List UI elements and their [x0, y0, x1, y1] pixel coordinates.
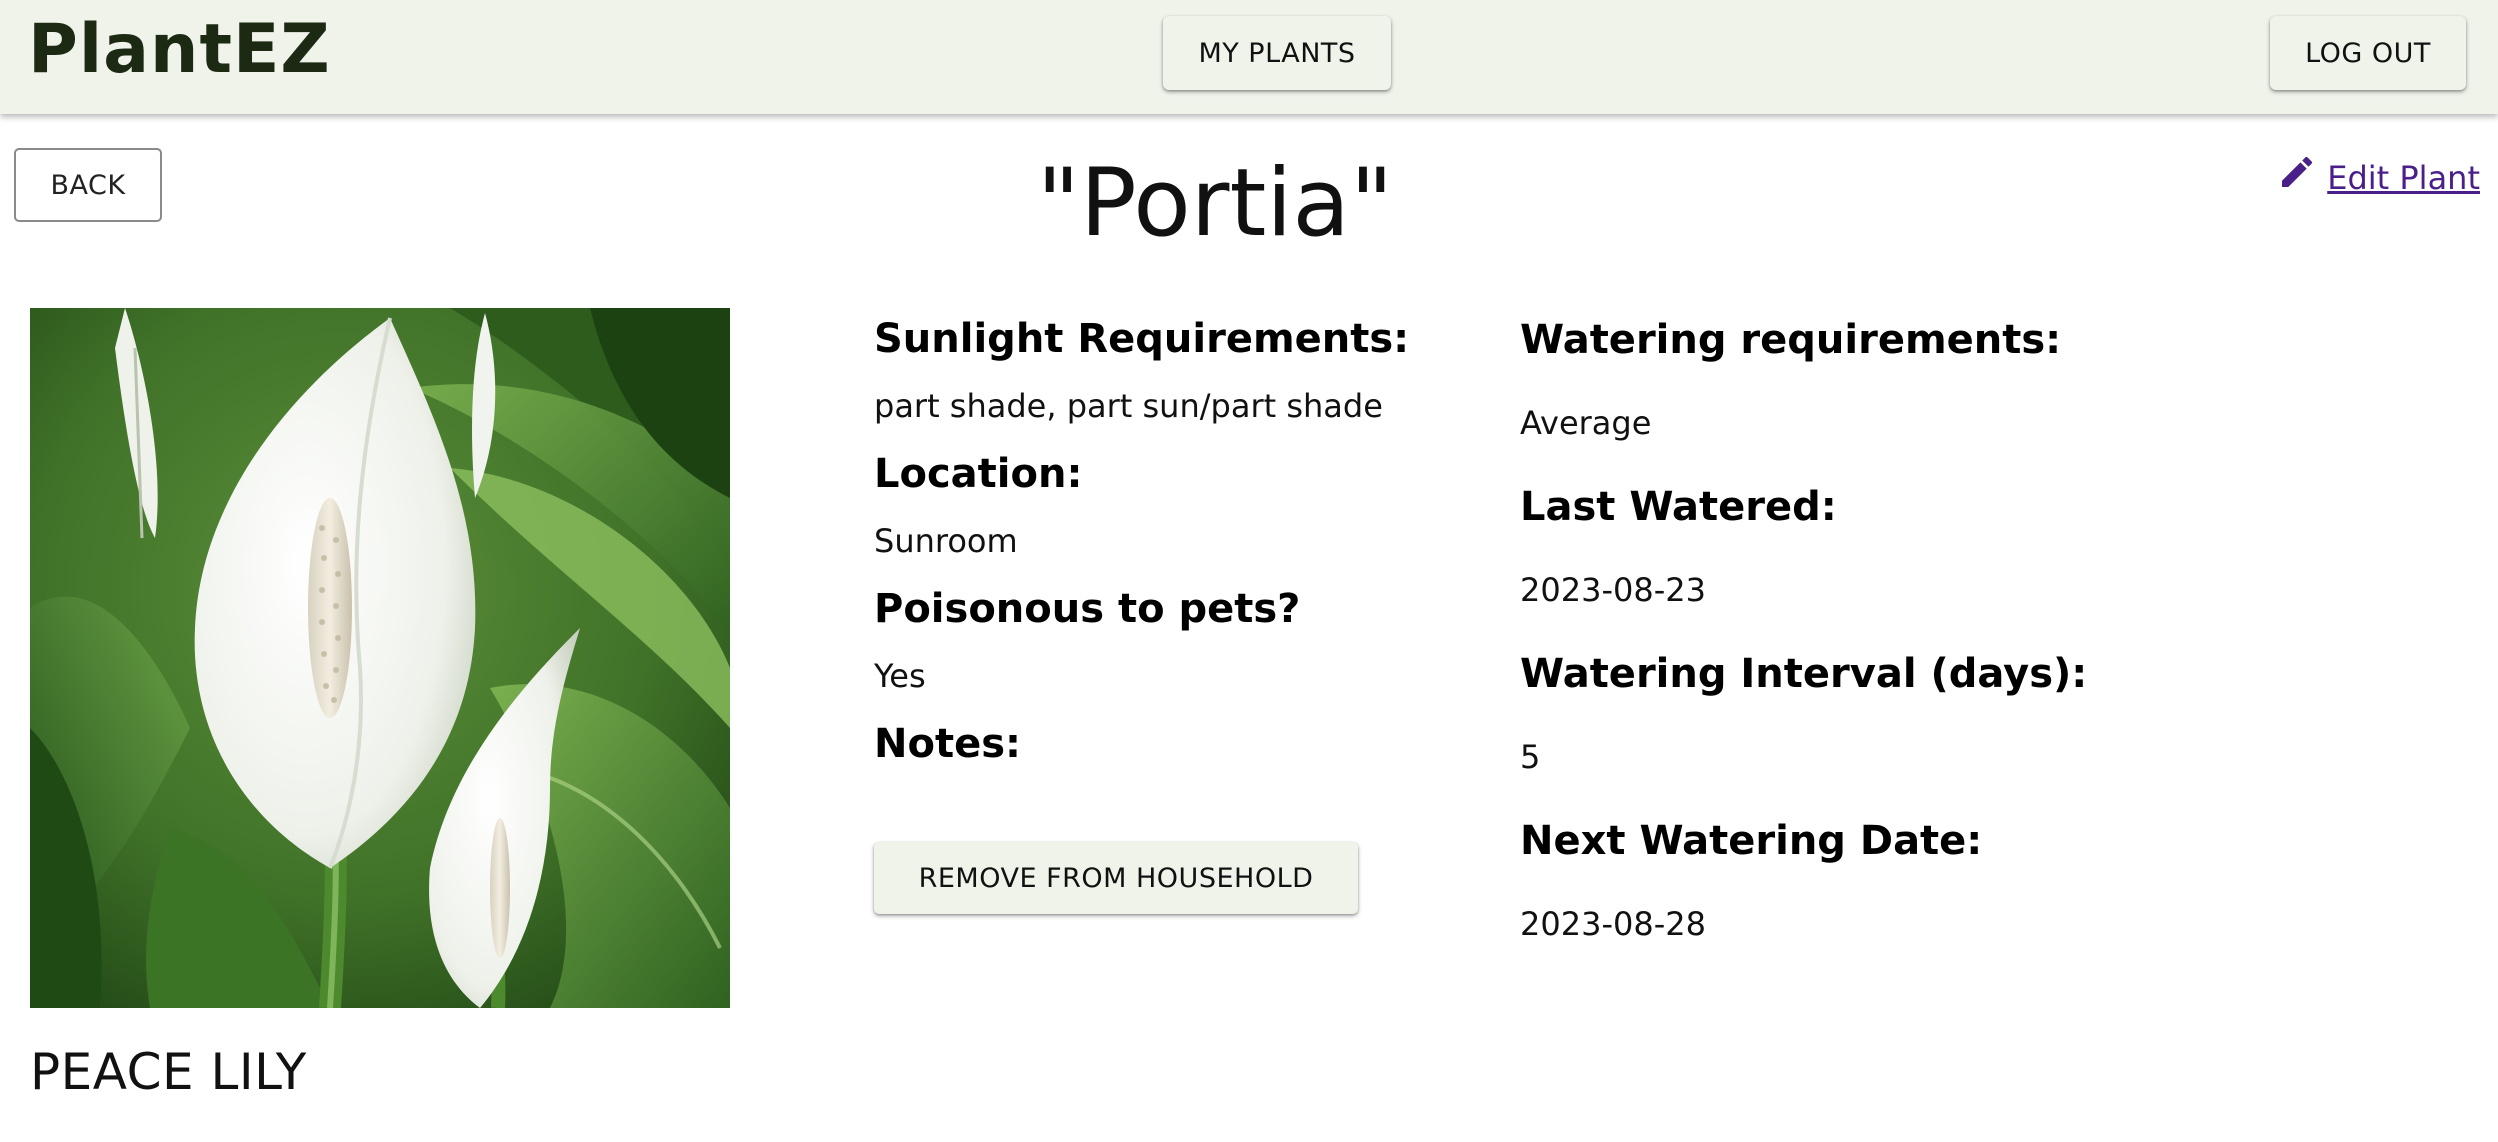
app-header: PlantEZ MY PLANTS LOG OUT	[0, 0, 2498, 114]
watering-interval-label: Watering Interval (days):	[1520, 651, 2088, 697]
location-value: Sunroom	[874, 522, 1018, 560]
sunlight-value: part shade, part sun/part shade	[874, 387, 1383, 425]
watering-interval-value: 5	[1520, 738, 1541, 776]
watering-requirements-label: Watering requirements:	[1520, 317, 2062, 363]
edit-plant-link[interactable]: Edit Plant	[2277, 148, 2480, 208]
edit-plant-label: Edit Plant	[2327, 159, 2480, 197]
back-button[interactable]: BACK	[14, 148, 162, 222]
watering-requirements-value: Average	[1520, 404, 1652, 442]
sunlight-label: Sunlight Requirements:	[874, 316, 1410, 362]
my-plants-button[interactable]: MY PLANTS	[1163, 16, 1391, 90]
brand-logo[interactable]: PlantEZ	[28, 6, 331, 94]
peace-lily-photo	[30, 308, 730, 1008]
next-watering-label: Next Watering Date:	[1520, 818, 1983, 864]
species-name: PEACE LILY	[30, 1043, 307, 1101]
next-watering-value: 2023-08-28	[1520, 905, 1706, 943]
watering-details-column: Watering requirements: Average Last Wate…	[1520, 310, 2320, 978]
last-watered-label: Last Watered:	[1520, 484, 1837, 530]
logout-button[interactable]: LOG OUT	[2270, 16, 2466, 90]
poisonous-value: Yes	[874, 657, 926, 695]
plant-nickname-title: "Portia"	[1036, 149, 1394, 258]
last-watered-value: 2023-08-23	[1520, 571, 1706, 609]
pencil-icon	[2282, 156, 2313, 187]
plant-photo	[30, 308, 730, 1008]
remove-from-household-button[interactable]: REMOVE FROM HOUSEHOLD	[874, 842, 1358, 914]
poisonous-label: Poisonous to pets?	[874, 586, 1301, 632]
notes-label: Notes:	[874, 721, 1022, 767]
plant-details-column: Sunlight Requirements: part shade, part …	[874, 310, 1474, 850]
location-label: Location:	[874, 451, 1083, 497]
notes-value	[874, 773, 1474, 850]
